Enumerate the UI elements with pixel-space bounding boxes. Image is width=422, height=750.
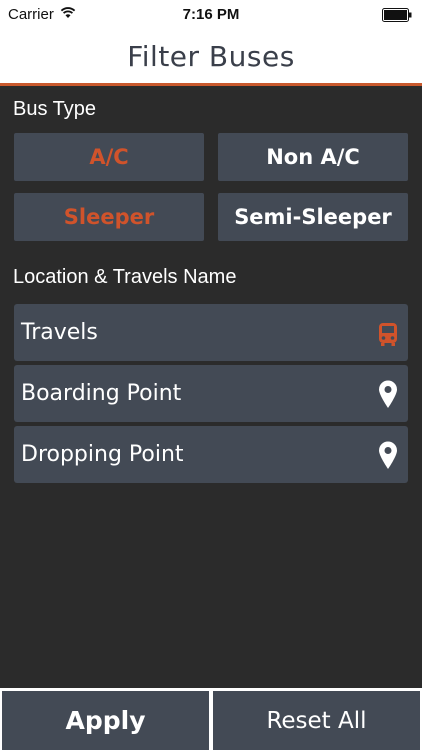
travels-row[interactable]: Travels [14,304,408,361]
battery-icon [382,8,412,22]
map-pin-icon [377,440,399,470]
nav-header: Filter Buses [0,30,422,86]
apply-button[interactable]: Apply [2,691,209,750]
bus-type-ac-label: A/C [89,145,129,169]
reset-all-label: Reset All [266,707,367,734]
bus-type-label: Bus Type [13,98,97,120]
bottom-action-bar: Apply Reset All [0,688,422,750]
page-title: Filter Buses [127,40,295,73]
bus-type-ac-button[interactable]: A/C [14,133,204,181]
bus-type-sleeper-label: Sleeper [63,205,155,229]
boarding-point-label: Boarding Point [21,381,182,406]
apply-label: Apply [65,706,146,735]
status-time: 7:16 PM [182,6,240,23]
bus-icon [377,318,399,348]
bus-type-non-ac-label: Non A/C [266,145,360,169]
dropping-point-label: Dropping Point [21,442,184,467]
location-section-label: Location & Travels Name [13,266,237,288]
dropping-point-row[interactable]: Dropping Point [14,426,408,483]
bus-type-non-ac-button[interactable]: Non A/C [218,133,408,181]
travels-label: Travels [21,320,98,345]
bus-type-semi-sleeper-button[interactable]: Semi-Sleeper [218,193,408,241]
boarding-point-row[interactable]: Boarding Point [14,365,408,422]
status-bar: Carrier 7:16 PM [0,0,422,30]
reset-all-button[interactable]: Reset All [213,691,420,750]
map-pin-icon [377,379,399,409]
bus-type-sleeper-button[interactable]: Sleeper [14,193,204,241]
bus-type-semi-sleeper-label: Semi-Sleeper [234,205,392,229]
